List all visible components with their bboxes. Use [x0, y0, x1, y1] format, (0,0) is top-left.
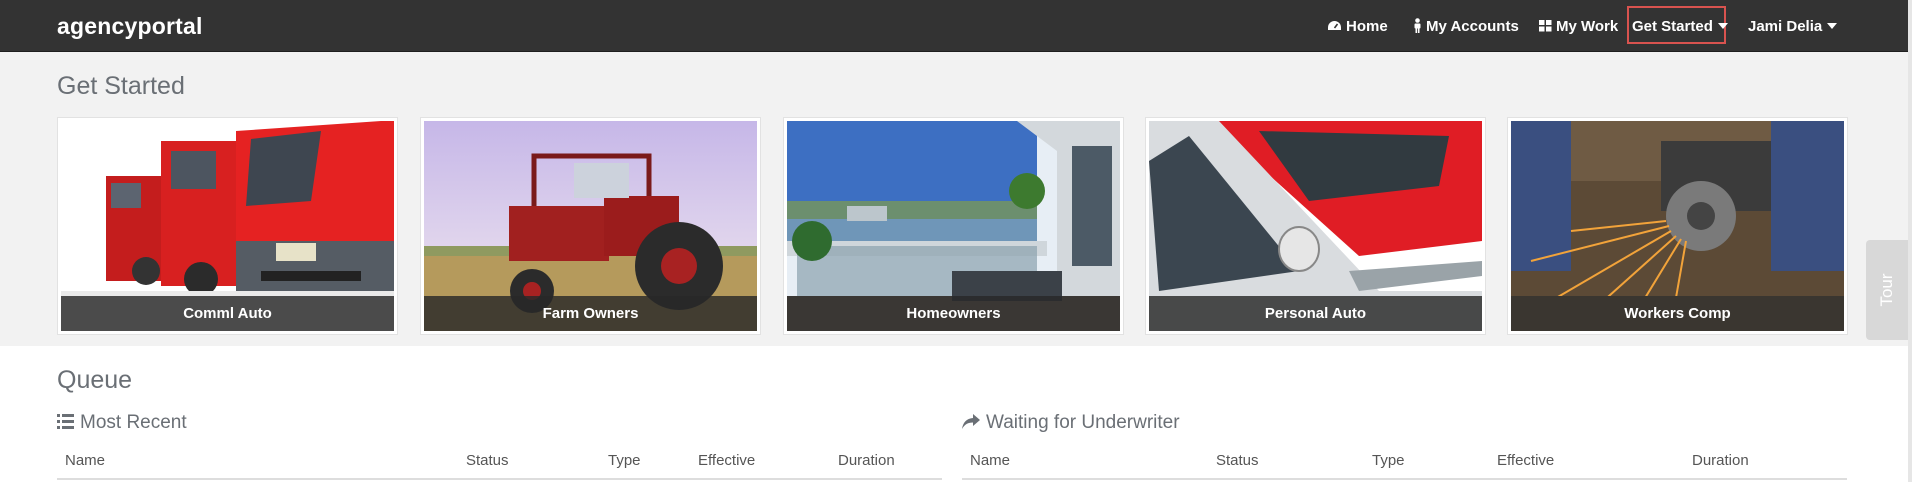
col-header-name[interactable]: Name	[970, 452, 1010, 469]
waiting-heading: Waiting for Underwriter	[962, 412, 1180, 434]
nav-my-work-label: My Work	[1556, 18, 1619, 35]
queue-title: Queue	[57, 366, 133, 394]
card-workers-comp[interactable]: Workers Comp	[1508, 118, 1847, 334]
card-farm-owners[interactable]: Farm Owners	[421, 118, 760, 334]
caret-down-icon	[1827, 23, 1838, 30]
grid-icon	[1539, 19, 1552, 32]
card-label: Personal Auto	[1149, 296, 1482, 331]
nav-user-menu[interactable]: Jami Delia	[1748, 0, 1838, 51]
tour-label: Tour	[1877, 273, 1896, 307]
col-header-effective[interactable]: Effective	[698, 452, 755, 469]
card-label: Workers Comp	[1511, 296, 1844, 331]
col-header-duration[interactable]: Duration	[838, 452, 895, 469]
caret-down-icon	[1717, 23, 1728, 30]
waiting-title: Waiting for Underwriter	[986, 412, 1180, 433]
table-header-divider	[57, 478, 942, 480]
user-name: Jami Delia	[1748, 18, 1823, 35]
share-arrow-icon	[962, 413, 980, 429]
top-navbar: agencyportal Home My Accounts My Work Ge…	[0, 0, 1908, 52]
card-label: Comml Auto	[61, 296, 394, 331]
card-personal-auto[interactable]: Personal Auto	[1146, 118, 1485, 334]
get-started-title: Get Started	[57, 72, 185, 100]
page-scrollbar[interactable]	[1908, 0, 1912, 482]
nav-my-work[interactable]: My Work	[1539, 0, 1618, 51]
col-header-status[interactable]: Status	[1216, 452, 1259, 469]
col-header-duration[interactable]: Duration	[1692, 452, 1749, 469]
col-header-type[interactable]: Type	[608, 452, 641, 469]
person-icon	[1414, 18, 1421, 34]
brand-logo[interactable]: agencyportal	[57, 13, 203, 40]
most-recent-heading: Most Recent	[57, 412, 187, 434]
nav-home[interactable]: Home	[1327, 0, 1388, 51]
card-label: Farm Owners	[424, 296, 757, 331]
card-homeowners[interactable]: Homeowners	[784, 118, 1123, 334]
col-header-type[interactable]: Type	[1372, 452, 1405, 469]
col-header-effective[interactable]: Effective	[1497, 452, 1554, 469]
list-icon	[57, 413, 74, 429]
nav-get-started-label: Get Started	[1632, 18, 1713, 35]
most-recent-title: Most Recent	[80, 412, 187, 433]
col-header-name[interactable]: Name	[65, 452, 105, 469]
table-header-divider	[962, 478, 1847, 480]
dashboard-icon	[1328, 20, 1341, 30]
nav-my-accounts-label: My Accounts	[1426, 18, 1519, 35]
col-header-status[interactable]: Status	[466, 452, 509, 469]
card-comml-auto[interactable]: Comml Auto	[58, 118, 397, 334]
card-label: Homeowners	[787, 296, 1120, 331]
tour-tab[interactable]: Tour	[1866, 240, 1908, 340]
nav-get-started[interactable]: Get Started	[1632, 0, 1728, 51]
nav-my-accounts[interactable]: My Accounts	[1413, 0, 1519, 51]
nav-home-label: Home	[1346, 18, 1388, 35]
